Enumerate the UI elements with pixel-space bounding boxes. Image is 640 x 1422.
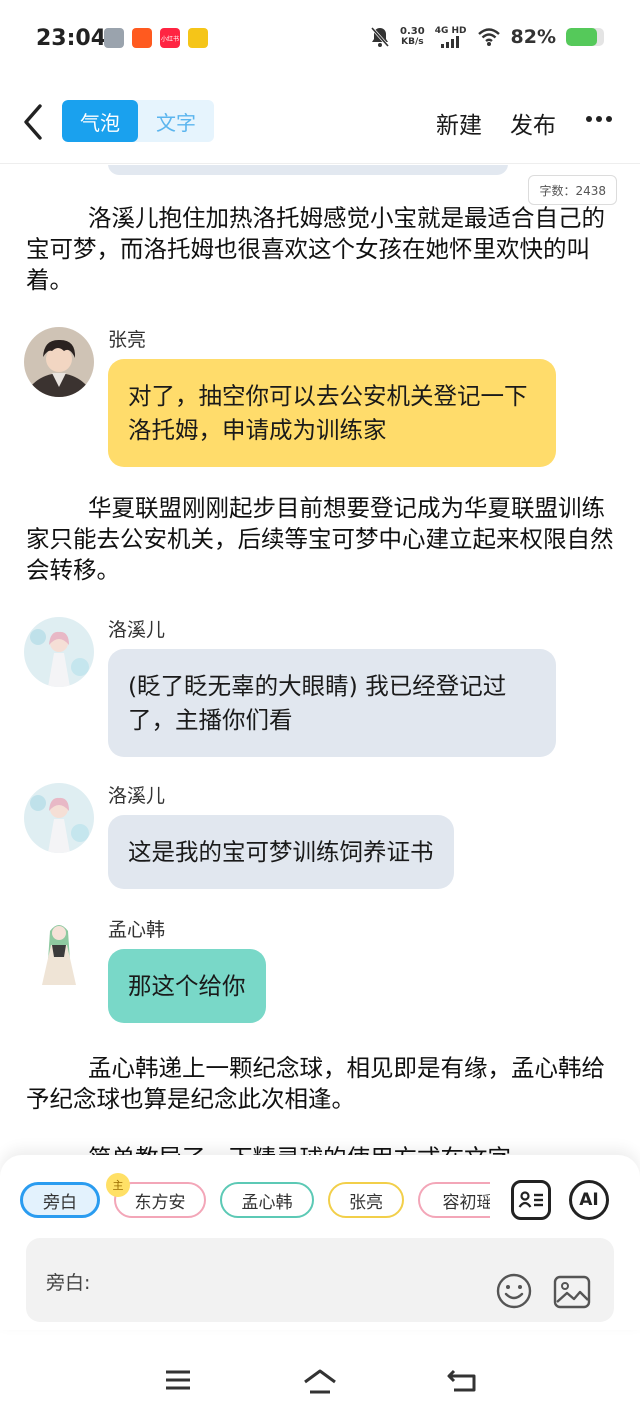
tab-bubble[interactable]: 气泡 (62, 100, 138, 142)
status-time: 23:04 (36, 26, 107, 51)
speaker-name: 洛溪儿 (108, 619, 166, 641)
publish-button[interactable]: 发布 (510, 106, 556, 140)
green-hair-girl-avatar-icon (24, 917, 94, 987)
message-bubble[interactable]: 那这个给你 (108, 949, 266, 1023)
message-bubble[interactable]: 对了，抽空你可以去公安机关登记一下洛托姆，申请成为训练家 (108, 359, 556, 467)
mute-bell-icon (370, 27, 390, 47)
avatar-zhangliang[interactable] (24, 327, 94, 397)
chip-mengxinhan[interactable]: 孟心韩 (220, 1182, 314, 1218)
previous-message-bubble[interactable] (108, 165, 508, 175)
back-arrow-icon[interactable] (18, 102, 48, 142)
story-content: 字数：2438 洛溪儿抱住加热洛托姆感觉小宝就是最适合自己的宝可梦，而洛托姆也很… (0, 165, 640, 1155)
editor-header: 气泡 文字 新建 发布 (0, 80, 640, 164)
system-nav-bar (0, 1340, 640, 1422)
notification-app-icons: 小红书 (104, 28, 208, 48)
input-role-label: 旁白: (46, 1272, 91, 1294)
status-bar: 23:04 小红书 0.30 KB/s 4G HD 82% (0, 0, 640, 80)
chip-zhangliang[interactable]: 张亮 (328, 1182, 404, 1218)
status-indicators: 0.30 KB/s 4G HD 82% (370, 26, 604, 48)
narration-paragraph[interactable]: 简单教导了一下精灵球的使用方式在文字 (26, 1143, 614, 1155)
network-speed-value: 0.30 (400, 26, 425, 37)
back-nav-icon[interactable] (446, 1368, 478, 1394)
protagonist-badge: 主 (106, 1173, 130, 1197)
battery-icon (566, 28, 604, 46)
xiaohongshu-app-icon: 小红书 (160, 28, 180, 48)
message-bubble[interactable]: 这是我的宝可梦训练饲养证书 (108, 815, 454, 889)
narration-paragraph[interactable]: 孟心韩递上一颗纪念球，相见即是有缘，孟心韩给予纪念球也算是纪念此次相逢。 (26, 1053, 614, 1115)
ai-button[interactable]: AI (569, 1180, 609, 1220)
battery-level-fill (566, 28, 598, 46)
girl-avatar-icon (24, 617, 94, 687)
chip-narrator[interactable]: 旁白 (20, 1182, 100, 1218)
view-mode-toggle: 气泡 文字 (62, 100, 214, 142)
message-input[interactable]: 旁白: (26, 1238, 614, 1322)
qqmusic-app-icon (188, 28, 208, 48)
signal-bars-icon (440, 36, 459, 48)
speaker-name: 张亮 (108, 329, 147, 351)
menu-icon[interactable] (164, 1368, 192, 1392)
word-count-badge: 字数：2438 (528, 175, 617, 205)
message-bubble[interactable]: (眨了眨无辜的大眼睛) 我已经登记过了，主播你们看 (108, 649, 556, 757)
character-chips: 旁白 东方安 孟心韩 张亮 容初瑶 (20, 1182, 490, 1222)
boy-avatar-icon (24, 327, 94, 397)
chip-rongchuyao[interactable]: 容初瑶 (418, 1182, 490, 1218)
new-button[interactable]: 新建 (436, 106, 482, 140)
emoji-icon[interactable] (495, 1272, 533, 1310)
narration-paragraph[interactable]: 华夏联盟刚刚起步目前想要登记成为华夏联盟训练家只能去公安机关，后续等宝可梦中心建… (26, 493, 614, 586)
narration-paragraph[interactable]: 洛溪儿抱住加热洛托姆感觉小宝就是最适合自己的宝可梦，而洛托姆也很喜欢这个女孩在她… (26, 203, 614, 296)
avatar-luoxier[interactable] (24, 783, 94, 853)
character-card-icon (518, 1191, 543, 1208)
avatar-mengxinhan[interactable] (24, 917, 94, 987)
wifi-icon (477, 28, 500, 46)
network-speed-unit: KB/s (401, 37, 424, 47)
more-options-icon[interactable] (586, 114, 612, 124)
tab-text[interactable]: 文字 (138, 100, 214, 142)
speaker-name: 洛溪儿 (108, 785, 166, 807)
cellular-signal: 4G HD (435, 26, 467, 48)
network-type: 4G HD (434, 26, 467, 36)
avatar-luoxier[interactable] (24, 617, 94, 687)
image-upload-icon[interactable] (552, 1274, 592, 1310)
speaker-name: 孟心韩 (108, 919, 166, 941)
character-card-button[interactable] (511, 1180, 551, 1220)
taobao-app-icon (132, 28, 152, 48)
battery-percent: 82% (510, 26, 556, 48)
doc-app-icon (104, 28, 124, 48)
network-speed: 0.30 KB/s (400, 26, 425, 48)
girl-avatar-icon (24, 783, 94, 853)
home-icon[interactable] (302, 1368, 338, 1396)
